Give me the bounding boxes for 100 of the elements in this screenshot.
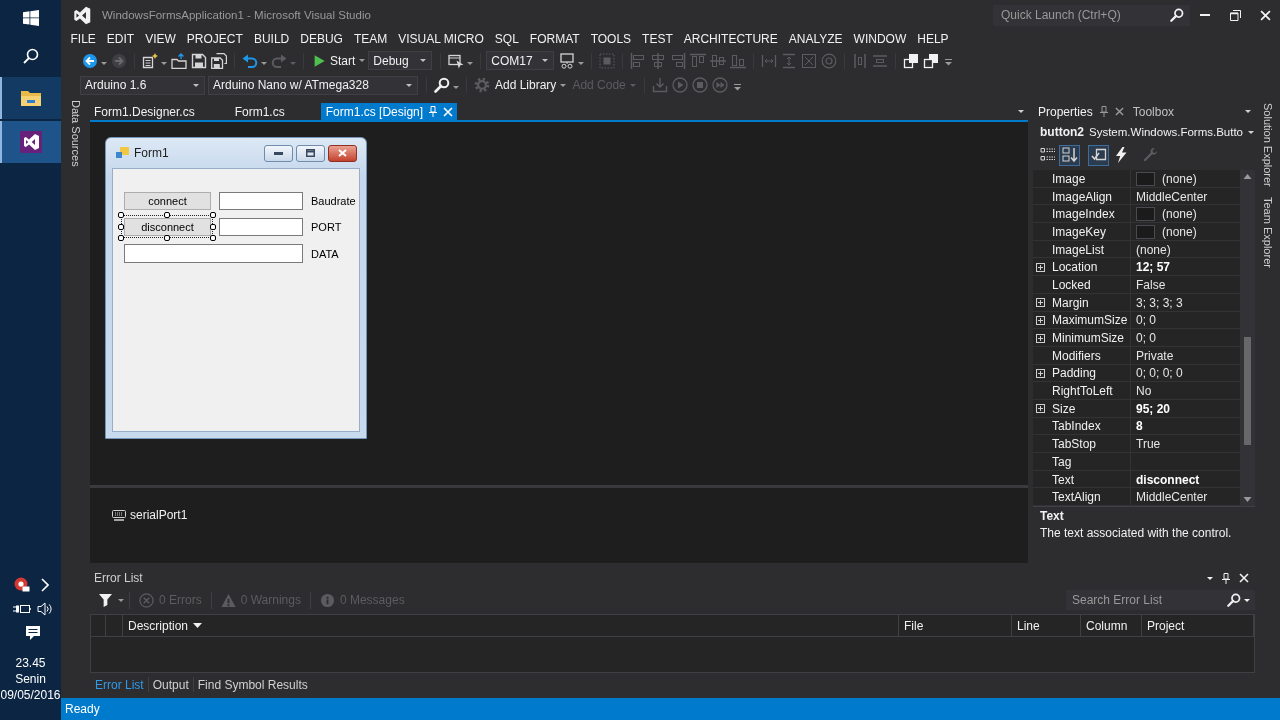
chevron-icon[interactable] [40, 578, 49, 592]
property-value[interactable]: 95; 20 [1136, 401, 1171, 416]
property-value[interactable]: disconnect [1136, 472, 1200, 487]
notification-icon[interactable] [25, 625, 41, 641]
scrollbar[interactable] [1240, 170, 1255, 506]
property-value[interactable]: 3; 3; 3; 3 [1136, 295, 1183, 310]
property-value[interactable]: Private [1136, 348, 1174, 363]
quick-launch-field[interactable]: Quick Launch (Ctrl+Q) [993, 4, 1190, 26]
menu-item[interactable]: TEAM [348, 30, 393, 48]
property-row[interactable]: Tag [1033, 453, 1240, 471]
column-header[interactable]: Column [1081, 615, 1142, 636]
property-row[interactable]: ImageIndex (none) [1033, 205, 1240, 224]
property-row[interactable]: ImageList (none) [1033, 240, 1240, 259]
tool-window-tab[interactable]: Team Explorer [1261, 196, 1274, 268]
caret-icon[interactable] [261, 61, 267, 65]
menu-item[interactable]: TOOLS [585, 30, 637, 48]
search-icon[interactable] [22, 48, 39, 64]
tray-component[interactable]: serialPort1 [112, 508, 188, 522]
expand-icon[interactable] [1036, 298, 1045, 308]
record-icon[interactable] [13, 577, 30, 593]
dropdown[interactable]: Arduino Nano w/ ATmega328 [208, 75, 418, 95]
expand-icon[interactable] [1036, 333, 1045, 343]
menu-item[interactable]: WINDOW [848, 30, 912, 48]
menu-item[interactable]: TEST [636, 30, 679, 48]
caret-icon[interactable] [467, 61, 474, 65]
column-header[interactable]: Project [1142, 615, 1254, 636]
power-icon[interactable] [12, 603, 31, 615]
form-button[interactable]: disconnect [124, 218, 211, 236]
property-value[interactable]: 12; 57 [1136, 260, 1171, 275]
property-value[interactable]: No [1136, 384, 1152, 399]
menu-item[interactable]: VISUAL MICRO [392, 30, 490, 48]
property-value[interactable]: (none) [1136, 242, 1171, 257]
search-icon[interactable] [1170, 8, 1184, 22]
menu-item[interactable]: ANALYZE [783, 30, 849, 48]
property-row[interactable]: TabStop True [1033, 435, 1240, 453]
property-value[interactable]: MiddleCenter [1136, 189, 1208, 204]
property-row[interactable]: TextAlign MiddleCenter [1033, 488, 1240, 507]
property-row[interactable]: Image (none) [1033, 170, 1240, 188]
caret-icon[interactable] [1244, 598, 1250, 602]
studio-logo-icon[interactable] [19, 131, 42, 153]
menu-item[interactable]: DEBUG [294, 30, 349, 48]
property-row[interactable]: Location 12; 57 [1033, 258, 1240, 277]
panel-tab[interactable]: Output [148, 677, 193, 692]
property-row[interactable]: Text disconnect [1033, 470, 1240, 489]
search-field[interactable]: Search Error List [1066, 590, 1255, 610]
speaker-icon[interactable] [36, 602, 53, 616]
property-value[interactable]: 0; 0 [1136, 313, 1156, 328]
pin-icon[interactable] [1222, 572, 1230, 584]
start-button[interactable]: Start [309, 49, 369, 72]
folder-icon[interactable] [20, 90, 41, 106]
form-button[interactable]: connect [124, 192, 211, 210]
property-row[interactable]: ImageKey (none) [1033, 223, 1240, 241]
search-icon[interactable] [1227, 593, 1241, 607]
tool-window-tab[interactable]: Solution Explorer [1261, 103, 1274, 187]
menu-item[interactable]: VIEW [139, 30, 182, 48]
selection-handles[interactable] [118, 212, 216, 241]
close-button[interactable] [328, 144, 357, 162]
property-row[interactable]: Size 95; 20 [1033, 399, 1240, 418]
windows-logo-icon[interactable] [22, 10, 39, 26]
caret-icon[interactable] [1245, 110, 1251, 113]
expand-icon[interactable] [1036, 262, 1045, 272]
taskbar-button[interactable] [0, 77, 61, 119]
restore-icon[interactable] [1229, 9, 1241, 21]
studio-logo-icon[interactable] [73, 5, 92, 25]
property-row[interactable]: MaximumSize 0; 0 [1033, 311, 1240, 330]
view-button[interactable] [1059, 144, 1080, 166]
input-field[interactable] [219, 192, 303, 210]
menu-item[interactable]: EDIT [101, 30, 140, 48]
dropdown[interactable]: Arduino 1.6 [80, 75, 205, 95]
menu-item[interactable]: BUILD [248, 30, 295, 48]
property-row[interactable]: Margin 3; 3; 3; 3 [1033, 293, 1240, 312]
property-row[interactable]: Padding 0; 0; 0; 0 [1033, 364, 1240, 383]
panel-tab[interactable]: Properties [1033, 103, 1128, 120]
caret-icon[interactable] [453, 86, 459, 89]
document-tab[interactable]: Form1.cs [230, 103, 321, 120]
input-field[interactable] [124, 244, 303, 263]
minimize-button[interactable] [264, 144, 293, 162]
property-value[interactable]: False [1136, 277, 1166, 292]
panel-tab[interactable]: Toolbox [1127, 103, 1179, 120]
property-row[interactable]: ImageAlign MiddleCenter [1033, 187, 1240, 206]
menu-button[interactable]: Add Library [492, 74, 570, 96]
caret-icon[interactable] [578, 61, 585, 65]
column-header[interactable]: Description [123, 615, 899, 636]
expand-icon[interactable] [1036, 404, 1045, 414]
property-value[interactable]: 0; 0 [1136, 331, 1156, 346]
dropdown[interactable]: Debug [368, 51, 433, 70]
taskbar-button[interactable] [0, 121, 61, 163]
property-value[interactable]: (none) [1162, 171, 1197, 186]
filter-button[interactable] [99, 593, 124, 607]
close-icon[interactable] [1114, 107, 1124, 116]
overflow-icon[interactable] [945, 59, 953, 66]
column-header[interactable]: Line [1012, 615, 1081, 636]
caret-icon[interactable] [1207, 576, 1213, 580]
maximize-button[interactable] [296, 144, 325, 162]
overflow-icon[interactable] [733, 83, 741, 91]
menu-item[interactable]: FORMAT [524, 30, 586, 48]
view-button[interactable] [1088, 144, 1109, 166]
input-field[interactable] [219, 218, 303, 236]
menu-item[interactable]: FILE [65, 30, 102, 48]
property-value[interactable]: (none) [1162, 224, 1197, 239]
